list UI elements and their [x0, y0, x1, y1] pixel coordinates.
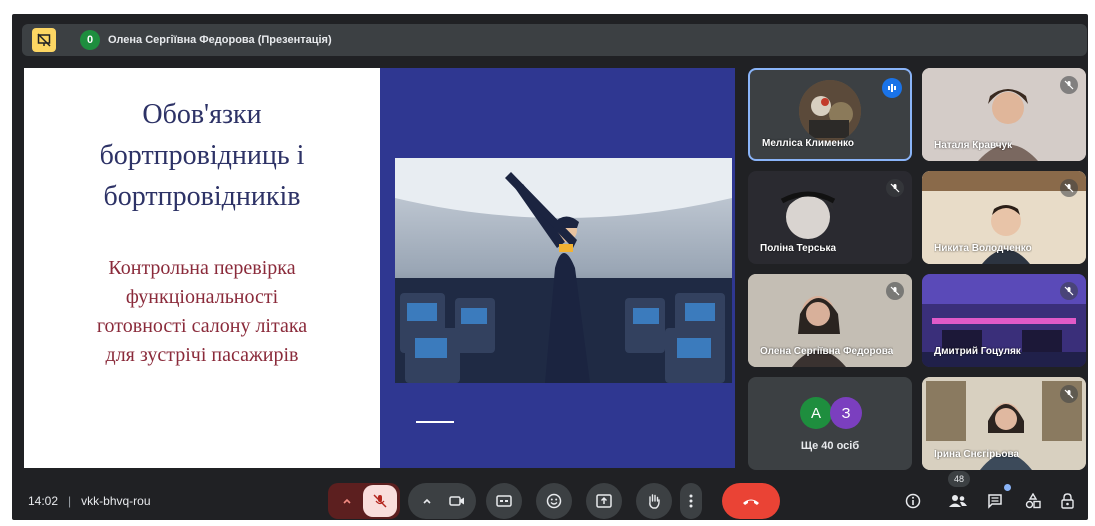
present-screen-button[interactable]: [586, 483, 622, 519]
more-vert-icon: [689, 494, 693, 508]
participant-avatar: [799, 79, 861, 142]
more-participants-tile[interactable]: А З Ще 40 осіб: [748, 377, 912, 470]
mic-options-chevron-icon[interactable]: [331, 483, 363, 519]
slide-subtitle-line: для зустрічі пасажирів: [105, 344, 299, 366]
raise-hand-button[interactable]: [636, 483, 672, 519]
reactions-button[interactable]: [536, 483, 572, 519]
chat-icon: [988, 494, 1002, 509]
meeting-details-button[interactable]: [900, 488, 926, 514]
lock-person-icon: [1061, 493, 1074, 509]
camera-toggle-button[interactable]: [442, 495, 472, 507]
presentation-off-icon: [37, 33, 51, 47]
participant-name: Дмитрий Гоцуляк: [934, 346, 1021, 357]
slide-subtitle: Контрольна перевірка функціональності го…: [24, 254, 380, 370]
participant-name: Поліна Терська: [760, 243, 837, 254]
participant-tile[interactable]: Наталя Кравчук: [922, 68, 1086, 161]
video-icon: [449, 496, 464, 506]
participant-tile[interactable]: Дмитрий Гоцуляк: [922, 274, 1086, 367]
chat-unread-dot: [1004, 484, 1011, 491]
more-participants-label: Ще 40 осіб: [800, 440, 860, 452]
slide-image-panel: [380, 68, 735, 468]
participant-tile[interactable]: Мелліса Клименко: [748, 68, 912, 161]
call-end-icon: [743, 499, 759, 505]
slide-subtitle-line: функціональності: [125, 286, 279, 308]
speaking-indicator-icon: [882, 78, 902, 98]
captions-icon: [496, 495, 512, 507]
meeting-window: 0 Олена Сергіївна Федорова (Презентація)…: [12, 14, 1088, 520]
meeting-code: vkk-bhvq-rou: [81, 494, 151, 508]
participant-count-badge: 48: [948, 471, 970, 487]
mic-off-icon: [373, 494, 387, 508]
shared-slide: Обов'язки бортпровідниць і бортпровідник…: [24, 68, 735, 468]
presenter-label: Олена Сергіївна Федорова (Презентація): [108, 34, 332, 46]
presenter-count: 0: [80, 30, 100, 50]
divider: |: [68, 494, 72, 508]
stop-presentation-button[interactable]: [32, 28, 56, 52]
participant-tile[interactable]: Ірина Снєгірьова: [922, 377, 1086, 470]
captions-button[interactable]: [486, 483, 522, 519]
mic-toggle-button[interactable]: [363, 485, 397, 517]
mic-control-group: [328, 483, 400, 519]
people-button[interactable]: [945, 488, 971, 514]
slide-title: Обов'язки бортпровідниць і бортпровідник…: [24, 94, 380, 217]
current-time: 14:02: [28, 494, 59, 508]
present-icon: [596, 494, 612, 508]
mic-off-icon: [1060, 282, 1078, 300]
participant-avatar: З: [830, 397, 862, 429]
mic-off-icon: [1060, 76, 1078, 94]
participant-name: Никита Володченко: [934, 243, 1032, 254]
info-icon: [905, 493, 921, 509]
slide-title-line: бортпровідниць і: [99, 140, 305, 171]
participant-name: Мелліса Клименко: [762, 138, 854, 149]
slide-text-panel: Обов'язки бортпровідниць і бортпровідник…: [24, 68, 380, 468]
people-icon: [949, 495, 967, 507]
activities-icon: [1025, 493, 1041, 509]
activities-button[interactable]: [1020, 488, 1046, 514]
participant-tile[interactable]: Олена Сергіївна Федорова: [748, 274, 912, 367]
participant-avatar: А: [800, 397, 832, 429]
participant-tile[interactable]: Никита Володченко: [922, 171, 1086, 264]
participant-name: Наталя Кравчук: [934, 140, 1013, 151]
participant-tile[interactable]: Поліна Терська: [748, 171, 912, 264]
emoji-icon: [546, 493, 562, 509]
mic-off-icon: [1060, 385, 1078, 403]
slide-subtitle-line: готовності салону літака: [96, 315, 308, 337]
cabin-photo: [395, 158, 732, 383]
participant-name: Ірина Снєгірьова: [934, 449, 1020, 460]
mic-off-icon: [1060, 179, 1078, 197]
slide-title-line: бортпровідників: [103, 181, 301, 212]
host-controls-button[interactable]: [1055, 488, 1081, 514]
mic-off-icon: [886, 179, 904, 197]
chat-button[interactable]: [982, 488, 1008, 514]
end-call-button[interactable]: [722, 483, 780, 519]
mic-off-icon: [886, 282, 904, 300]
meeting-info: 14:02 | vkk-bhvq-rou: [28, 494, 151, 508]
camera-control-group: [408, 483, 476, 519]
slide-accent-line: [416, 421, 454, 423]
hand-icon: [649, 494, 660, 509]
participant-name: Олена Сергіївна Федорова: [760, 346, 894, 357]
more-options-button[interactable]: [680, 483, 702, 519]
slide-subtitle-line: Контрольна перевірка: [108, 257, 296, 279]
camera-options-chevron-icon[interactable]: [412, 496, 442, 506]
slide-title-line: Обов'язки: [142, 99, 262, 130]
presentation-bar: 0 Олена Сергіївна Федорова (Презентація): [22, 24, 1087, 56]
presenter-chip[interactable]: 0 Олена Сергіївна Федорова (Презентація): [80, 30, 332, 50]
